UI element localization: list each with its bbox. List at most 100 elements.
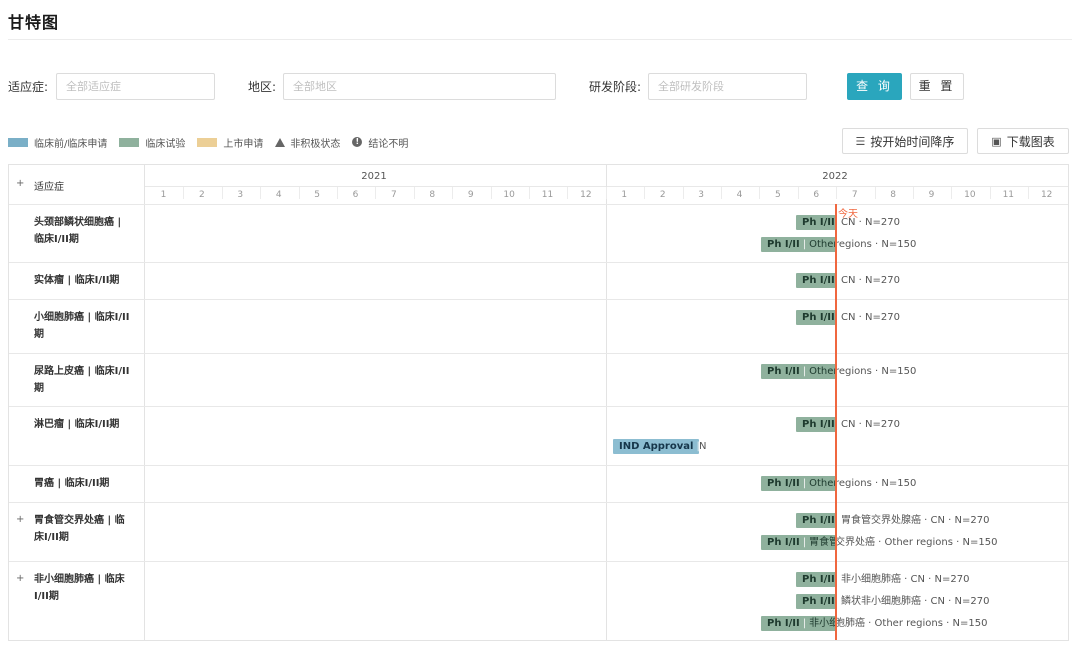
expand-row-icon[interactable]: + [16, 514, 24, 525]
bar-phase: Ph I/II [802, 515, 835, 526]
month-tick [375, 187, 377, 199]
month-tick [913, 187, 914, 199]
indication-filter-label: 适应症: [8, 80, 49, 94]
row-label: 头颈部鳞状细胞癌 | 临床I/II期 [34, 217, 122, 245]
sort-button-label: 按开始时间降序 [870, 134, 955, 149]
month-label: 12 [1040, 190, 1053, 200]
bar-note: 非小细胞肺癌 · CN · N=270 [841, 574, 970, 585]
download-button-label: 下载图表 [1006, 134, 1055, 149]
expand-row-icon[interactable]: + [16, 573, 24, 584]
gantt-chart: + 适应症 2021 2022 1 2 3 4 5 6 7 8 9 10 11 12 1 2 3 4 5 6 7 8 9… [8, 164, 1069, 641]
legend-item-inactive: 非积极状态 [275, 135, 340, 150]
legend-label: 上市申请 [223, 138, 264, 150]
month-label: 8 [429, 190, 436, 200]
bar-phase: Ph I/II [802, 312, 835, 323]
bar-phase: Ph I/II [767, 366, 800, 377]
row-divider [9, 502, 1068, 503]
month-label: 3 [237, 190, 244, 200]
bar-separator: | [802, 366, 807, 377]
month-tick [452, 187, 454, 199]
month-label: 8 [890, 190, 896, 200]
row-label: 非小细胞肺癌 | 临床I/II期 [34, 574, 125, 602]
gantt-bar-trial[interactable]: Ph I/II | Other [761, 237, 836, 252]
month-tick [605, 187, 607, 199]
month-tick [836, 187, 838, 199]
month-label: 6 [813, 190, 820, 200]
bar-note: N [699, 441, 707, 452]
row-label: 淋巴瘤 | 临床I/II期 [34, 419, 120, 430]
month-label: 4 [736, 190, 743, 200]
bar-phase: Ph I/II [802, 419, 835, 430]
month-label: 10 [964, 190, 976, 200]
legend-swatch-trial [119, 137, 140, 147]
month-tick [567, 187, 569, 199]
legend-label: 结论不明 [368, 138, 409, 150]
gantt-bar-trial[interactable]: Ph I/II [796, 310, 836, 325]
gantt-bar-trial[interactable]: Ph I/II [796, 513, 836, 528]
row-divider [9, 262, 1068, 263]
bar-separator: | [802, 239, 807, 250]
query-button[interactable]: 查 询 [847, 73, 902, 100]
bar-inline-text: Other [809, 478, 836, 489]
label-column-divider [144, 165, 145, 640]
legend-item-trial: 临床试验 [119, 135, 185, 150]
month-tick [298, 187, 300, 199]
month-label: 11 [541, 190, 554, 200]
gantt-bar-trial[interactable]: Ph I/II [796, 594, 836, 609]
row-label: 胃癌 | 临床I/II期 [34, 478, 110, 489]
legend-item-preclinical: 临床前/临床申请 [8, 135, 107, 150]
legend-label: 非积极状态 [290, 138, 341, 150]
year-label-2021: 2021 [361, 171, 387, 182]
bar-phase: Ph I/II [802, 217, 835, 228]
month-tick [183, 187, 185, 199]
month-tick [490, 187, 492, 199]
gantt-bar-trial[interactable]: Ph I/II | Other [761, 364, 836, 379]
gantt-bar-trial[interactable]: Ph I/II|非小细 [761, 616, 836, 631]
region-filter-label: 地区: [248, 80, 277, 94]
month-tick [797, 187, 799, 199]
legend-item-unclear: ! 结论不明 [352, 135, 408, 150]
bar-inline-text: Other [809, 366, 836, 377]
gantt-bar-preclinical[interactable]: IND Approval|C [613, 439, 699, 454]
month-label: 2 [199, 190, 205, 200]
month-label: 11 [1002, 190, 1015, 200]
legend-label: 临床前/临床申请 [34, 138, 108, 150]
gantt-bar-trial[interactable]: Ph I/II|胃食管 [761, 535, 836, 550]
legend-label: 临床试验 [145, 138, 186, 150]
bar-note: 鳞状非小细胞肺癌 · CN · N=270 [841, 596, 990, 607]
row-label: 胃食管交界处癌 | 临床I/II期 [34, 515, 125, 543]
gantt-bar-trial[interactable]: Ph I/II [796, 215, 836, 230]
reset-button[interactable]: 重 置 [910, 73, 964, 100]
month-label: 2 [659, 190, 666, 200]
gantt-bar-trial[interactable]: Ph I/II [796, 417, 836, 432]
sort-button[interactable]: ☰ 按开始时间降序 [842, 128, 968, 154]
month-tick [874, 187, 876, 199]
month-tick [951, 187, 953, 199]
month-tick [260, 187, 262, 199]
legend-swatch-marketing [197, 137, 218, 147]
region-select[interactable]: 全部地区 [283, 73, 556, 100]
gantt-bar-trial[interactable]: Ph I/II [796, 572, 836, 587]
month-tick [989, 187, 991, 199]
bar-inline-text: 非小细 [809, 618, 836, 629]
phase-filter-label: 研发阶段: [589, 80, 642, 94]
bar-phase: Ph I/II [802, 596, 835, 607]
gantt-bar-trial[interactable]: Ph I/II [796, 273, 836, 288]
legend-item-marketing: 上市申请 [197, 135, 263, 150]
month-label: 12 [580, 190, 592, 200]
bar-phase: Ph I/II [767, 537, 800, 548]
legend: 临床前/临床申请 临床试验 上市申请 非积极状态 ! 结论不明 [8, 135, 420, 150]
month-tick [529, 187, 530, 199]
expand-all-icon[interactable]: + [16, 178, 24, 189]
month-tick [337, 187, 338, 199]
gantt-bar-trial[interactable]: Ph I/II | Other [761, 476, 836, 491]
download-chart-icon: ▣ [991, 134, 1002, 148]
today-marker [835, 204, 837, 640]
indication-select[interactable]: 全部适应症 [56, 73, 215, 100]
download-button[interactable]: ▣ 下载图表 [977, 128, 1069, 154]
month-label: 7 [391, 190, 397, 200]
triangle-icon [275, 137, 286, 147]
phase-select[interactable]: 全部研发阶段 [648, 73, 807, 100]
bar-separator: | [802, 478, 807, 489]
row-label: 实体瘤 | 临床I/II期 [34, 275, 120, 286]
